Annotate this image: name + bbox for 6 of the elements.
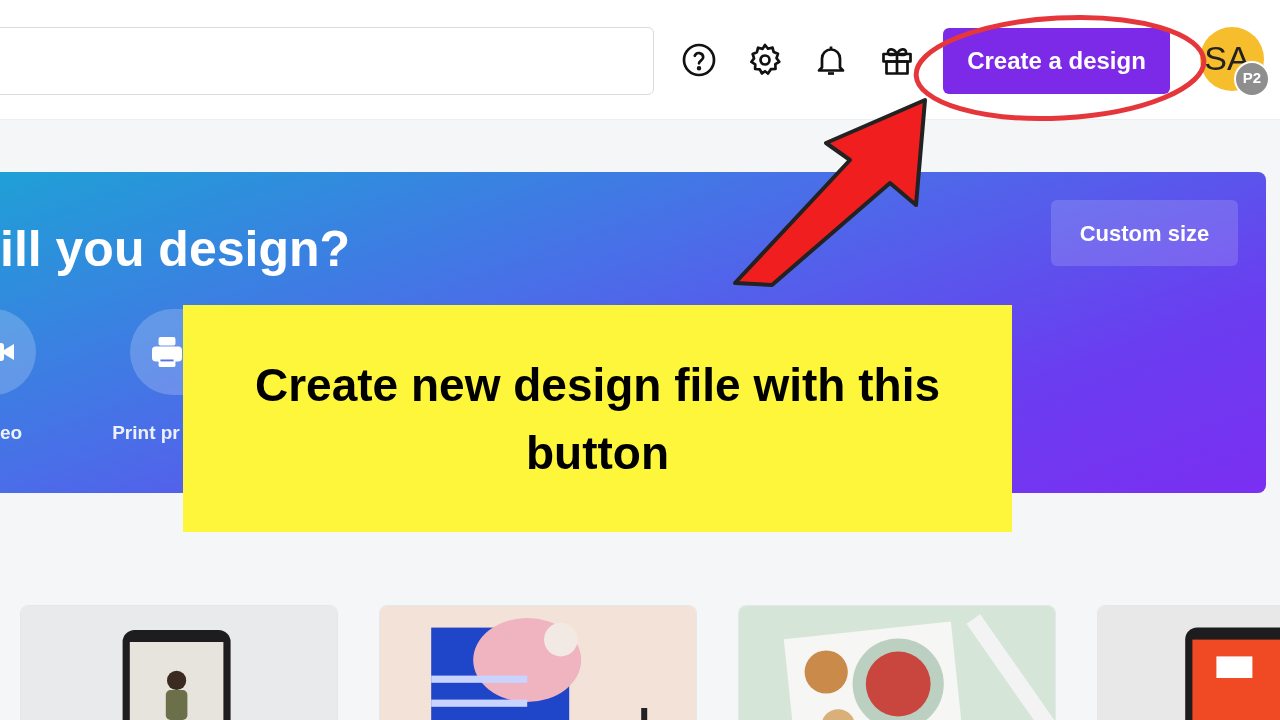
banner-title: ill you design? [0, 220, 351, 279]
shortcut-label[interactable]: eo [0, 419, 23, 448]
callout-text: Create new design file with this button [254, 357, 941, 481]
shortcut-label[interactable]: Print pr [112, 419, 180, 448]
custom-size-button[interactable]: Custom size [1051, 200, 1238, 266]
create-design-button[interactable]: Create a design [943, 27, 1170, 94]
